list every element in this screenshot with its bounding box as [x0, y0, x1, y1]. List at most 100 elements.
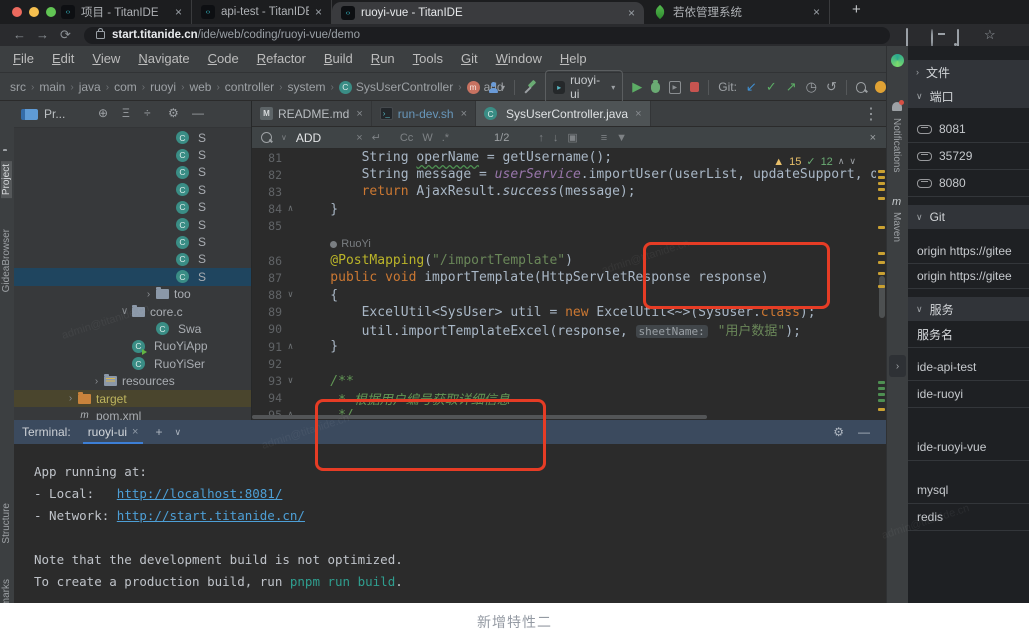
bookmark-star-icon[interactable]: ☆ [984, 27, 996, 43]
service-row[interactable]: ide-ruoyi [908, 381, 1029, 408]
expand-all-icon[interactable]: ÷ [144, 106, 151, 120]
menu-tools[interactable]: Tools [404, 51, 452, 66]
breadcrumb-item[interactable]: java [79, 80, 101, 94]
menu-edit[interactable]: Edit [43, 51, 83, 66]
more-tabs-icon[interactable]: ⋮ [856, 104, 886, 124]
tab-close-icon[interactable]: × [356, 108, 362, 120]
port-row[interactable]: 8080 [908, 170, 1029, 197]
next-issue-icon[interactable]: ∨ [849, 156, 856, 167]
regex-toggle[interactable]: .* [442, 132, 449, 144]
run-button[interactable]: ▶ [632, 79, 642, 95]
filter-icon[interactable]: ▼ [616, 132, 627, 144]
tree-item[interactable]: CRuoYiSer [14, 355, 251, 372]
build-hammer-icon[interactable] [524, 81, 536, 94]
service-row[interactable]: ide-api-test [908, 354, 1029, 381]
tree-item[interactable]: CSwa [14, 320, 251, 337]
filter-lines-icon[interactable]: ≡ [601, 132, 607, 144]
git-push-icon[interactable]: ↗ [786, 79, 797, 95]
menu-help[interactable]: Help [551, 51, 596, 66]
debug-button[interactable] [651, 82, 659, 93]
service-row[interactable]: ide-ruoyi-vue [908, 434, 1029, 461]
git-update-icon[interactable]: ↙ [746, 79, 757, 95]
browser-tab[interactable]: ‹›ruoyi-vue - TitanIDE× [332, 2, 644, 24]
terminal-link[interactable]: http://localhost:8081/ [117, 486, 283, 501]
tab-close-icon[interactable]: × [628, 6, 635, 20]
port-row[interactable]: 8081 [908, 116, 1029, 143]
fold-icon[interactable]: ∨ [282, 376, 299, 386]
tab-close-icon[interactable]: × [461, 108, 467, 120]
tab-close-icon[interactable]: × [175, 5, 182, 19]
prev-issue-icon[interactable]: ∧ [838, 156, 845, 167]
git-remote-row[interactable]: origin https://gitee [908, 239, 1029, 264]
tree-item[interactable]: CS [14, 268, 251, 285]
new-tab-button[interactable]: + [852, 1, 861, 18]
editor-tab[interactable]: CSysUserController.java× [476, 101, 650, 126]
breadcrumb-item[interactable]: src [10, 80, 26, 94]
words-toggle[interactable]: W [422, 132, 432, 144]
menu-git[interactable]: Git [452, 51, 487, 66]
search-history-icon[interactable]: ∨ [281, 133, 287, 142]
tab-close-icon[interactable]: × [635, 108, 641, 120]
scrollbar-thumb[interactable] [879, 276, 885, 318]
address-bar[interactable]: start.titanide.cn/ide/web/coding/ruoyi-v… [84, 27, 890, 44]
match-case-toggle[interactable]: Cc [400, 132, 413, 144]
expand-icon[interactable]: › [89, 376, 104, 387]
tab-close-icon[interactable]: × [132, 426, 138, 438]
tree-item[interactable]: CS [14, 233, 251, 250]
history-icon[interactable]: ◷ [806, 79, 817, 95]
tool-window-maven[interactable]: Maven [891, 212, 902, 242]
close-window-button[interactable] [12, 7, 22, 17]
terminal-hide-icon[interactable]: — [858, 425, 870, 439]
tree-item[interactable]: ›resources [14, 372, 251, 389]
tool-window-notifications[interactable]: Notifications [891, 118, 902, 172]
expand-icon[interactable]: › [141, 289, 156, 300]
breadcrumb-item[interactable]: web [189, 80, 211, 94]
profile-icon[interactable]: ▾ [488, 82, 505, 93]
tree-item[interactable]: CS [14, 129, 251, 146]
menu-file[interactable]: File [4, 51, 43, 66]
fold-icon[interactable]: ∧ [282, 204, 299, 214]
menu-navigate[interactable]: Navigate [129, 51, 198, 66]
terminal-tab[interactable]: ruoyi-ui × [83, 420, 144, 444]
tool-window-structure[interactable]: Structure [1, 503, 12, 544]
close-find-icon[interactable]: × [870, 132, 876, 144]
copy-icon[interactable] [906, 29, 908, 47]
breadcrumb-class[interactable]: CSysUserController [339, 80, 453, 94]
browser-tab[interactable]: ‹›api-test - TitanIDE× [192, 0, 332, 24]
fold-icon[interactable]: ∧ [282, 342, 299, 352]
inspection-widget[interactable]: ▲15 ✓12 ∧ ∨ [773, 155, 856, 168]
tab-close-icon[interactable]: × [315, 5, 322, 19]
sidebar-section-files[interactable]: › 文件 [908, 60, 1029, 84]
menu-code[interactable]: Code [199, 51, 248, 66]
menu-view[interactable]: View [83, 51, 129, 66]
next-match-icon[interactable]: ↓ [553, 132, 559, 144]
tree-item[interactable]: CS [14, 199, 251, 216]
locate-file-icon[interactable]: ⊕ [98, 106, 108, 120]
extension-icon[interactable] [891, 54, 904, 67]
tree-item[interactable]: ›target [14, 390, 251, 407]
sidebar-collapse-icon[interactable]: › [889, 355, 906, 377]
expand-icon[interactable]: › [63, 393, 78, 404]
reload-icon[interactable]: ⟳ [60, 27, 71, 43]
breadcrumb-item[interactable]: controller [225, 80, 274, 94]
undo-icon[interactable]: ↺ [826, 79, 837, 95]
search-query[interactable]: ADD [296, 131, 321, 145]
gear-icon[interactable]: ⚙ [168, 106, 179, 120]
tree-item[interactable]: CRuoYiApp [14, 338, 251, 355]
update-available-icon[interactable] [875, 81, 886, 93]
breadcrumb-item[interactable]: system [288, 80, 326, 94]
tree-item[interactable]: CS [14, 164, 251, 181]
hide-panel-icon[interactable]: — [192, 106, 204, 120]
coverage-button[interactable]: ▶ [669, 81, 681, 94]
sidebar-section-git[interactable]: ∨ Git [908, 205, 1029, 229]
tree-item[interactable]: ∨core.c [14, 303, 251, 320]
forward-icon[interactable]: → [36, 27, 49, 42]
maven-icon[interactable]: m [892, 196, 901, 208]
clear-search-icon[interactable]: × [356, 132, 362, 144]
terminal-settings-icon[interactable]: ⚙ [833, 425, 844, 439]
search-everywhere-icon[interactable] [856, 82, 866, 93]
tool-window-gideabrowser[interactable]: GideaBrowser [1, 229, 12, 292]
tree-item[interactable]: mpom.xml [14, 407, 251, 420]
new-line-icon[interactable]: ↵ [372, 131, 381, 144]
editor-tab[interactable]: ›_run-dev.sh× [372, 101, 476, 126]
